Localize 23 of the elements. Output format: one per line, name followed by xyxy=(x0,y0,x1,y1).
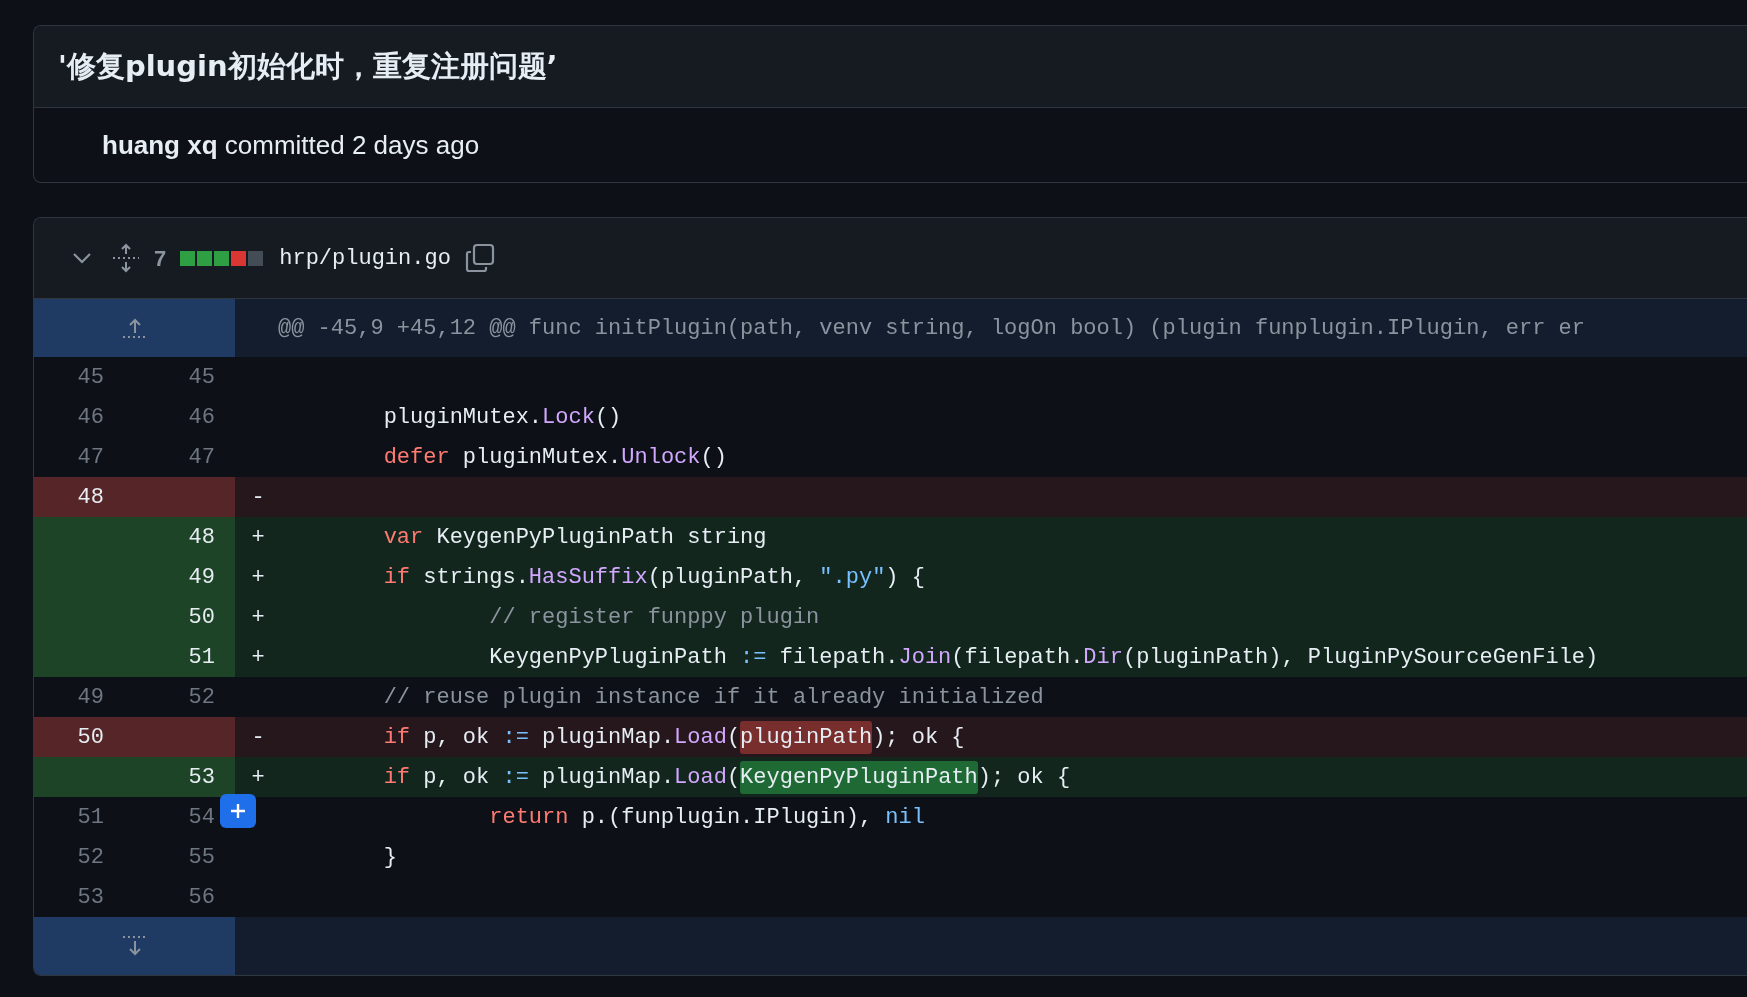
diff-sign-cell: - xyxy=(235,477,278,517)
diff-sign-cell: + xyxy=(235,637,278,677)
diff-sign-cell: - xyxy=(235,717,278,757)
line-number-cell: 53 xyxy=(136,757,235,797)
diff-sign-cell: + xyxy=(235,757,278,797)
change-count: 7 xyxy=(154,244,167,273)
add-comment-button[interactable] xyxy=(220,794,256,828)
line-number-cell: 50 xyxy=(136,597,235,637)
commit-byline: huang xq committed 2 days ago xyxy=(102,128,480,162)
line-number-cell: 50 xyxy=(34,717,136,757)
diff-sign-cell: + xyxy=(235,557,278,597)
line-number-cell: 48 xyxy=(136,517,235,557)
plus-icon xyxy=(229,802,247,820)
copy-icon[interactable] xyxy=(464,243,495,273)
diff-sign-cell: + xyxy=(235,597,278,637)
diff-sign-cell: + xyxy=(235,517,278,557)
file-path: hrp/plugin.go xyxy=(279,244,451,273)
line-number-cell: 51 xyxy=(136,637,235,677)
line-number-cell: 48 xyxy=(34,477,136,517)
expand-all-icon[interactable] xyxy=(112,243,140,273)
line-number-cell: 49 xyxy=(136,557,235,597)
hunk-header: @@ -45,9 +45,12 @@ func initPlugin(path, venv string, logOn bool) (plugin funplugin.IPlugin, err er xyxy=(235,299,1747,357)
commit-title: '修复plugin初始化时，重复注册问题’ xyxy=(58,47,558,85)
